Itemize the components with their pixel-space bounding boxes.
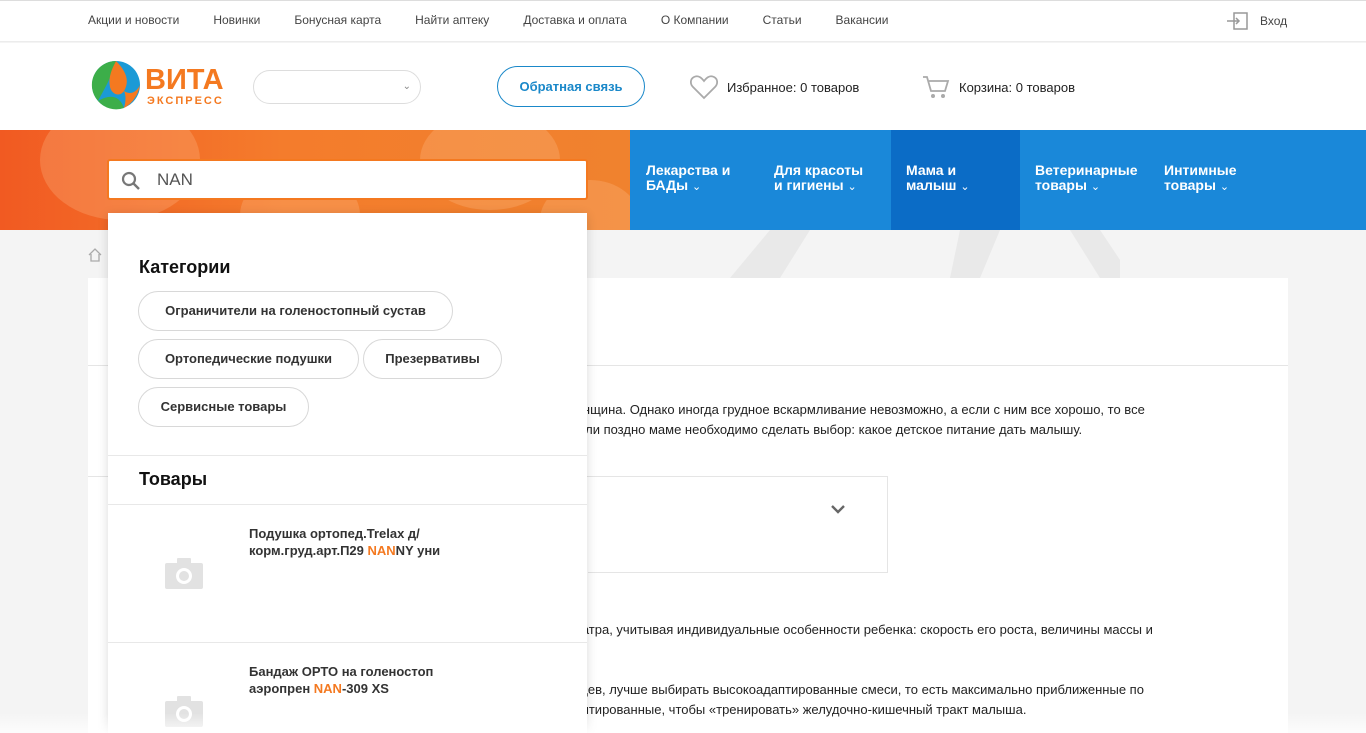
product-name: Бандаж ОРТО на голеностоп аэропрен NAN-3… [249,663,479,697]
login-link[interactable]: Вход [1226,11,1287,31]
search-input[interactable] [157,167,577,193]
search-box [107,159,588,200]
menu-item-label: и гигиены [774,177,844,193]
topnav-find-pharmacy[interactable]: Найти аптеку [415,13,489,27]
topnav-about[interactable]: О Компании [661,13,729,27]
menu-item-label: Мама и [906,162,957,178]
topnav-promotions[interactable]: Акции и новости [88,13,179,27]
product-name-part: корм.груд.арт.П29 [249,543,368,558]
menu-item-mother-baby[interactable]: Мама и малыш ⌄ [906,163,970,195]
cart-icon [923,76,950,98]
camera-icon [165,558,203,589]
product-name-line: Подушка ортопед.Trelax д/ [249,526,420,541]
menu-item-label: Интимные [1164,162,1237,178]
logo-title: ВИТА [145,64,224,96]
product-name: Подушка ортопед.Trelax д/ корм.груд.арт.… [249,525,479,559]
logo[interactable]: ВИТА ЭКСПРЕСС [90,59,240,111]
category-chip[interactable]: Сервисные товары [138,387,309,427]
menu-item-label: Для красоты [774,162,864,178]
chevron-down-icon: ⌄ [847,181,857,193]
category-chip[interactable]: Ортопедические подушки [138,339,359,379]
home-icon[interactable] [88,248,102,262]
product-name-part: -309 XS [341,681,389,696]
product-name-part: NY уни [395,543,441,558]
menu-item-label: БАДы [646,177,689,193]
chevron-down-icon: ⌄ [1090,181,1101,193]
bottom-fade [0,713,1366,733]
city-select[interactable]: ⌄ [253,70,421,104]
menu-item-label: товары [1035,177,1087,193]
logo-subtitle: ЭКСПРЕСС [147,95,224,107]
topnav-new[interactable]: Новинки [213,13,260,27]
divider [108,504,587,505]
chevron-down-icon: ⌄ [960,181,970,193]
background-decoration [730,230,1120,278]
topnav-delivery[interactable]: Доставка и оплата [523,13,627,27]
search-highlight: NAN [367,543,396,558]
products-heading: Товары [139,469,208,489]
menu-item-medicines[interactable]: Лекарства и БАДы ⌄ [646,163,730,195]
cart-label: Корзина: 0 товаров [959,79,1075,95]
top-nav: Акции и новости Новинки Бонусная карта Н… [88,13,922,27]
product-name-part: аэропрен [249,681,314,696]
topnav-bonus-card[interactable]: Бонусная карта [294,13,381,27]
menu-item-label: малыш [906,177,957,193]
category-chip[interactable]: Презервативы [363,339,502,379]
top-bar: Акции и новости Новинки Бонусная карта Н… [0,0,1366,42]
logo-mark-icon [91,60,140,110]
topnav-vacancies[interactable]: Вакансии [836,13,889,27]
menu-item-intimate[interactable]: Интимные товары ⌄ [1164,163,1237,195]
login-label: Вход [1260,14,1288,28]
product-name-line: Бандаж ОРТО на голеностоп [249,664,434,679]
menu-item-veterinary[interactable]: Ветеринарные товары ⌄ [1035,163,1138,195]
category-chip[interactable]: Ограничители на голеностопный сустав [138,291,453,331]
chevron-down-icon: ⌄ [402,81,411,92]
article-text: диатра, учитывая индивидуальные особенно… [567,622,1153,637]
search-icon[interactable] [121,171,141,191]
menu-item-label: Лекарства и [646,162,731,178]
menu-item-label: Ветеринарные [1035,162,1138,178]
login-icon [1227,12,1248,30]
feedback-button[interactable]: Обратная связь [497,66,645,107]
chevron-down-icon: ⌄ [1219,181,1230,193]
accordion-item[interactable] [588,476,888,573]
article-text: женщина. Однако иногда грудное вскармлив… [567,402,1145,417]
divider [108,642,587,643]
categories-heading: Категории [139,257,231,277]
heart-icon [690,75,718,100]
chevron-down-icon[interactable] [829,500,847,518]
favorites-label: Избранное: 0 товаров [727,79,860,95]
cart-link[interactable]: Корзина: 0 товаров [922,74,1075,100]
divider [108,455,587,456]
menu-item-beauty[interactable]: Для красоты и гигиены ⌄ [774,163,863,195]
header: ВИТА ЭКСПРЕСС ⌄ Обратная связь Избранное… [0,43,1366,130]
favorites-link[interactable]: Избранное: 0 товаров [690,74,859,100]
menu-item-label: товары [1164,177,1216,193]
main-menu: Лекарства и БАДы ⌄ Для красоты и гигиены… [630,130,1366,230]
search-highlight: NAN [313,681,342,696]
article-text: о или поздно маме необходимо сделать выб… [567,422,1083,437]
search-suggestions: Категории Ограничители на голеностопный … [108,213,587,733]
article-text: сяцев, лучше выбирать высокоадаптированн… [567,682,1144,697]
topnav-articles[interactable]: Статьи [763,13,802,27]
chevron-down-icon: ⌄ [691,181,702,193]
